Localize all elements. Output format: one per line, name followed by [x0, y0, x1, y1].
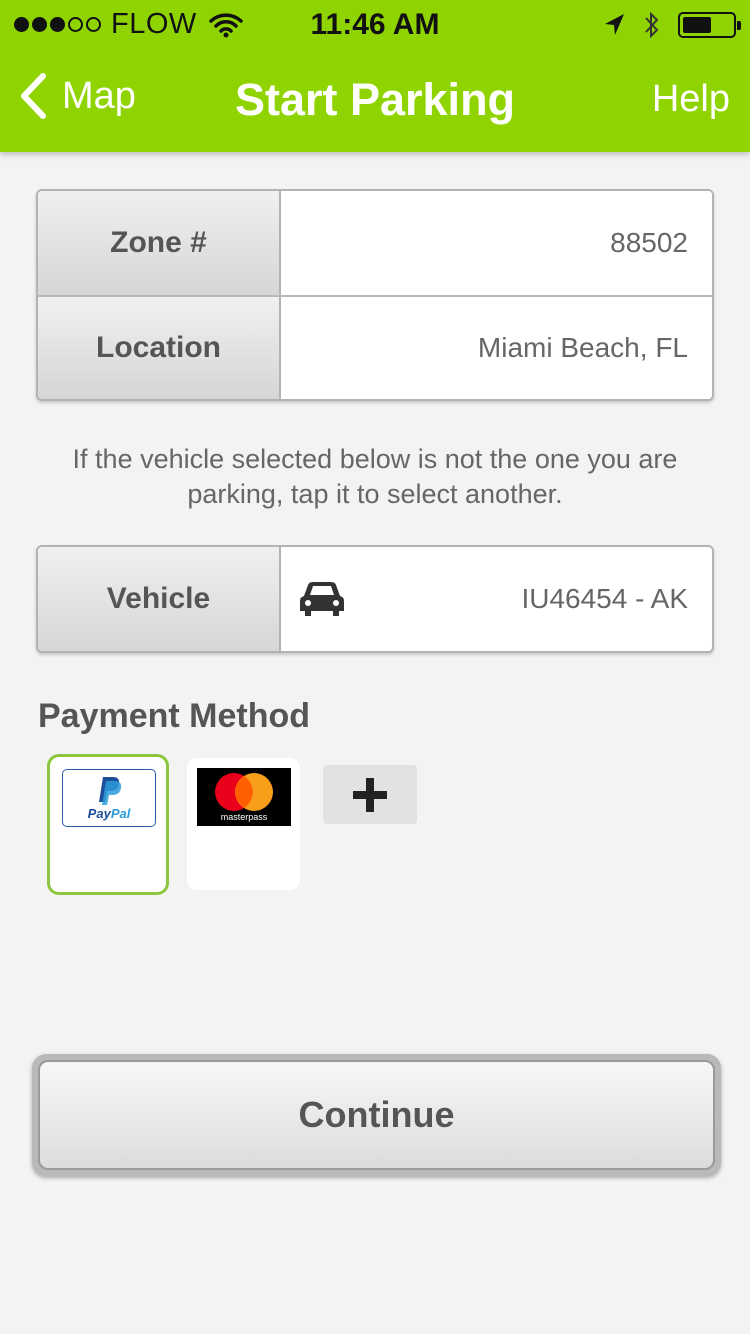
masterpass-logo: masterpass	[197, 768, 291, 826]
help-button[interactable]: Help	[652, 78, 730, 121]
nav-header: FLOW 11:46 AM Map Start Parking Help	[0, 0, 750, 152]
battery-icon	[678, 12, 741, 38]
payment-method-heading: Payment Method	[38, 697, 311, 735]
vehicle-hint-text: If the vehicle selected below is not the…	[72, 444, 678, 509]
status-right	[602, 10, 741, 40]
location-row[interactable]: Location Miami Beach, FL	[38, 295, 712, 399]
battery-level	[683, 17, 712, 33]
vehicle-label: Vehicle	[38, 547, 281, 651]
location-value: Miami Beach, FL	[281, 297, 712, 399]
paypal-logo: PayPal	[62, 769, 156, 827]
masterpass-wordmark: masterpass	[220, 812, 268, 822]
add-payment-button[interactable]	[323, 765, 417, 824]
car-icon	[300, 582, 344, 616]
zone-label: Zone #	[38, 191, 281, 295]
parking-info-card: Zone # 88502 Location Miami Beach, FL	[36, 189, 714, 401]
paypal-wordmark: PayPal	[87, 806, 131, 821]
location-label: Location	[38, 297, 281, 399]
plus-icon	[353, 777, 387, 812]
continue-button[interactable]: Continue	[38, 1060, 715, 1170]
continue-button-frame: Continue	[32, 1054, 721, 1176]
vehicle-card[interactable]: Vehicle IU46454 - AK	[36, 545, 714, 653]
page-title: Start Parking	[234, 74, 516, 125]
paypal-payment-option[interactable]: PayPal	[47, 754, 169, 895]
paypal-p-icon	[99, 777, 122, 805]
vehicle-value-cell[interactable]: IU46454 - AK	[281, 547, 712, 651]
zone-row[interactable]: Zone # 88502	[38, 191, 712, 295]
status-bar: FLOW 11:46 AM	[0, 0, 750, 52]
mastercard-circles-icon	[215, 773, 273, 811]
zone-value: 88502	[281, 191, 712, 295]
masterpass-payment-option[interactable]: masterpass	[187, 758, 300, 890]
vehicle-plate: IU46454 - AK	[521, 583, 688, 614]
location-arrow-icon	[605, 14, 624, 35]
vehicle-row[interactable]: Vehicle IU46454 - AK	[38, 547, 712, 651]
bluetooth-icon	[645, 11, 659, 39]
